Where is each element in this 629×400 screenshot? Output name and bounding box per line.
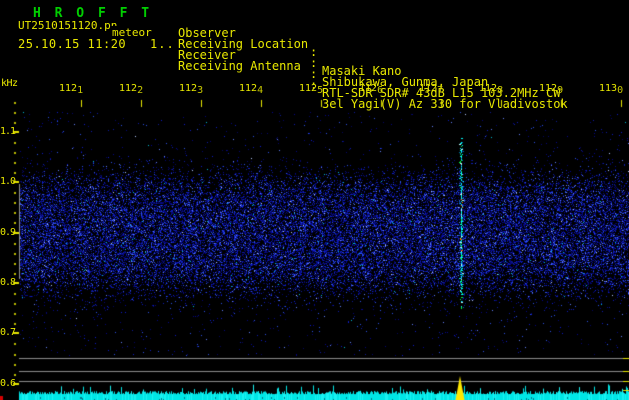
time-axis-label-main: 112 (479, 83, 498, 94)
hrofft-window: H R O F F T UT2510151120.png meteor 25.1… (0, 0, 629, 400)
freq-axis-unit: kHz (1, 78, 18, 89)
time-axis-label-minute-digit: 7 (437, 85, 444, 96)
observation-type-label: meteor (110, 26, 152, 39)
time-axis-label: 1125 (299, 83, 324, 96)
time-axis-label: 1126 (359, 83, 384, 96)
time-axis-label: 1121 (59, 83, 84, 96)
freq-axis-label: 1.0 (0, 176, 16, 187)
time-axis-label: 1124 (239, 83, 264, 96)
freq-axis-label: 1.1 (0, 126, 16, 137)
station-row-label: Receiving Antenna (178, 59, 301, 73)
time-axis-label-main: 112 (299, 83, 318, 94)
time-axis-label: 1123 (179, 83, 204, 96)
time-axis-label-minute-digit: 9 (557, 85, 564, 96)
time-axis-label-minute-digit: 1 (77, 85, 84, 96)
time-axis-label-minute-digit: 3 (197, 85, 204, 96)
time-axis-label-main: 112 (539, 83, 558, 94)
time-axis-label-minute-digit: 8 (497, 85, 504, 96)
time-axis-label: 1128 (479, 83, 504, 96)
time-axis-label-minute-digit: 6 (377, 85, 384, 96)
station-row-value: 3el Yagi(V) Az 330 for Vladivostok (322, 97, 568, 111)
time-axis-label-main: 112 (239, 83, 258, 94)
freq-axis-label: 0.7 (0, 327, 16, 338)
time-axis-label: 1122 (119, 83, 144, 96)
time-axis-label-main: 113 (599, 83, 618, 94)
time-axis-label-minute-digit: 5 (317, 85, 324, 96)
time-axis-label: 1129 (539, 83, 564, 96)
time-axis-label-main: 112 (119, 83, 138, 94)
time-axis-label-main: 112 (419, 83, 438, 94)
station-row: Receiving Antenna : 3el Yagi(V) Az 330 f… (0, 40, 629, 111)
freq-axis-label: 0.8 (0, 277, 16, 288)
time-axis-label: 1130 (599, 83, 624, 96)
time-axis-label-minute-digit: 0 (617, 85, 624, 96)
time-axis-label: 1127 (419, 83, 444, 96)
time-axis-label-minute-digit: 4 (257, 85, 264, 96)
freq-axis-label: 0.6 (0, 378, 16, 389)
time-axis-label-main: 112 (359, 83, 378, 94)
time-axis-label-main: 112 (59, 83, 78, 94)
freq-axis-label: 0.9 (0, 227, 16, 238)
time-axis-label-main: 112 (179, 83, 198, 94)
time-axis-label-minute-digit: 2 (137, 85, 144, 96)
